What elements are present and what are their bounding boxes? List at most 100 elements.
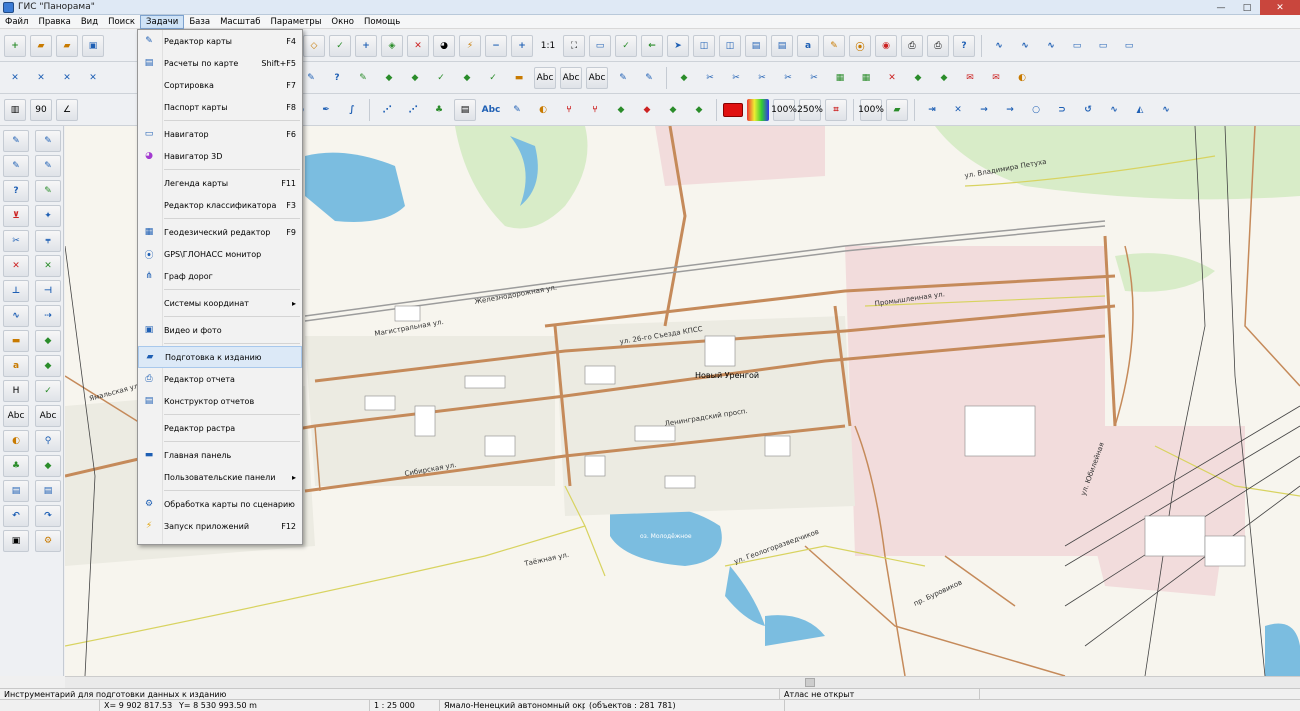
text-abc-icon[interactable]: Abc <box>480 99 502 121</box>
fill-icon[interactable]: ▰ <box>886 99 908 121</box>
pen-2-icon[interactable]: ✎ <box>35 130 61 152</box>
gradient-icon[interactable] <box>747 99 769 121</box>
undo-icon[interactable]: ↶ <box>3 505 29 527</box>
diamond-3-icon[interactable]: ◆ <box>456 67 478 89</box>
tree-icon[interactable]: ♣ <box>428 99 450 121</box>
menu-item-video-photo[interactable]: ▣ Видео и фото <box>138 319 302 341</box>
draw-polygon-icon[interactable]: ✎ <box>352 67 374 89</box>
draw-query-icon[interactable]: ? <box>326 67 348 89</box>
torch-left-2-icon[interactable]: ◐ <box>3 430 29 452</box>
polyline-icon[interactable]: ⋰ <box>376 99 398 121</box>
diamond-2-icon[interactable]: ◆ <box>404 67 426 89</box>
png-icon[interactable]: ▤ <box>454 99 476 121</box>
node-icon[interactable]: ⊥ <box>3 280 29 302</box>
scissors-left-icon[interactable]: ✂ <box>3 230 29 252</box>
diamond-5-icon[interactable]: ◆ <box>933 67 955 89</box>
split-2-icon[interactable]: ⫧ <box>35 230 61 252</box>
rotate-90-icon[interactable]: 90 <box>30 99 52 121</box>
menu-search[interactable]: Поиск <box>103 15 140 29</box>
red-fill-icon[interactable] <box>723 103 743 117</box>
stack-icon[interactable]: ◆ <box>35 355 61 377</box>
menu-item-road-graph[interactable]: ⋔ Граф дорог <box>138 265 302 287</box>
menu-item-print-preparation[interactable]: ▰ Подготовка к изданию <box>138 346 302 368</box>
diamond-6-icon[interactable]: ◆ <box>610 99 632 121</box>
grid-icon[interactable]: ▥ <box>4 99 26 121</box>
polyline-2-icon[interactable]: ⋰ <box>402 99 424 121</box>
back-icon[interactable]: ← <box>641 35 663 57</box>
open-folder-icon[interactable]: ▰ <box>30 35 52 57</box>
vertex-3-icon[interactable]: ✕ <box>56 67 78 89</box>
abc-left-icon[interactable]: Abc <box>3 405 29 427</box>
menu-item-navigator-3d[interactable]: ◕ Навигатор 3D <box>138 145 302 167</box>
edit-line-2-icon[interactable]: ✎ <box>638 67 660 89</box>
photo-icon[interactable]: ▣ <box>3 530 29 552</box>
menu-item-raster-editor[interactable]: Редактор растра <box>138 417 302 439</box>
delete-icon[interactable]: ✕ <box>881 67 903 89</box>
delete-left-icon[interactable]: ✕ <box>3 255 29 277</box>
menu-item-navigator[interactable]: ▭ Навигатор F6 <box>138 123 302 145</box>
horizontal-scrollbar[interactable] <box>65 676 1300 688</box>
query-pen-icon[interactable]: ? <box>3 180 29 202</box>
angle-icon[interactable]: ∠ <box>56 99 78 121</box>
menu-item-passport[interactable]: Паспорт карты F8 <box>138 96 302 118</box>
curve-return-icon[interactable]: ⊃ <box>1051 99 1073 121</box>
list-left-2-icon[interactable]: ▤ <box>35 480 61 502</box>
frame-tool-2-icon[interactable]: ▭ <box>1092 35 1114 57</box>
diamond-4-icon[interactable]: ◆ <box>907 67 929 89</box>
merge-2-icon[interactable]: ▦ <box>855 67 877 89</box>
menu-view[interactable]: Вид <box>76 15 103 29</box>
close-button[interactable]: ✕ <box>1260 0 1300 15</box>
printer-2-icon[interactable]: ⎙ <box>927 35 949 57</box>
menu-item-legend[interactable]: Легенда карты F11 <box>138 172 302 194</box>
abc-2-icon[interactable]: Abc <box>586 67 608 89</box>
line-tool-2-icon[interactable]: ∿ <box>1014 35 1036 57</box>
menu-scale[interactable]: Масштаб <box>215 15 265 29</box>
menu-base[interactable]: База <box>184 15 215 29</box>
pen-erase-icon[interactable]: ✎ <box>3 155 29 177</box>
vertex-4-icon[interactable]: ✕ <box>82 67 104 89</box>
frame-tool-3-icon[interactable]: ▭ <box>1118 35 1140 57</box>
scissors-4-icon[interactable]: ✂ <box>777 67 799 89</box>
ruler-left-icon[interactable]: ▬ <box>3 330 29 352</box>
zoom-100-2-icon[interactable]: 100% <box>858 99 884 121</box>
fork-2-icon[interactable]: ⑂ <box>584 99 606 121</box>
arrow-right-icon[interactable]: → <box>973 99 995 121</box>
arrow-node-icon[interactable]: ⇢ <box>35 305 61 327</box>
minimize-button[interactable]: — <box>1208 0 1234 15</box>
pen-icon[interactable]: ✎ <box>3 130 29 152</box>
curve-icon[interactable]: ∫ <box>341 99 363 121</box>
text-doc-icon[interactable]: a <box>797 35 819 57</box>
menu-item-script-processing[interactable]: ⚙ Обработка карты по сценарию <box>138 493 302 515</box>
merge-icon[interactable]: ▦ <box>829 67 851 89</box>
fill-pen-icon[interactable]: ✎ <box>35 180 61 202</box>
menu-item-coordinate-systems[interactable]: Системы координат ▸ <box>138 292 302 314</box>
crop-icon[interactable]: ⌗ <box>825 99 847 121</box>
envelope-2-icon[interactable]: ✉ <box>985 67 1007 89</box>
menu-item-geodesic-editor[interactable]: ▦ Геодезический редактор F9 <box>138 221 302 243</box>
abc-strike-icon[interactable]: Abc <box>534 67 556 89</box>
palette-icon[interactable]: ◕ <box>433 35 455 57</box>
lightning-icon[interactable]: ⚡ <box>459 35 481 57</box>
fork-icon[interactable]: ⑂ <box>558 99 580 121</box>
diamond-left-icon[interactable]: ◆ <box>35 330 61 352</box>
menu-item-sorting[interactable]: Сортировка F7 <box>138 74 302 96</box>
delete-object-icon[interactable]: ✕ <box>35 255 61 277</box>
pin-icon[interactable]: ⦿ <box>849 35 871 57</box>
menu-item-classifier-editor[interactable]: Редактор классификатора F3 <box>138 194 302 216</box>
list-left-icon[interactable]: ▤ <box>3 480 29 502</box>
envelope-icon[interactable]: ✉ <box>959 67 981 89</box>
magnifier-icon[interactable]: ⚲ <box>35 430 61 452</box>
help-icon[interactable]: ? <box>953 35 975 57</box>
menu-item-map-editor[interactable]: ✎ Редактор карты F4 <box>138 30 302 52</box>
select-all-icon[interactable]: ◈ <box>381 35 403 57</box>
menu-item-calculations[interactable]: ▤ Расчеты по карте Shift+F5 <box>138 52 302 74</box>
check-edit-icon[interactable]: ✓ <box>430 67 452 89</box>
zoom-out-icon[interactable]: − <box>485 35 507 57</box>
add-point-icon[interactable]: + <box>355 35 377 57</box>
open-recent-icon[interactable]: ▰ <box>56 35 78 57</box>
menu-window[interactable]: Окно <box>326 15 359 29</box>
map-window-icon[interactable]: ◫ <box>693 35 715 57</box>
ruler-icon[interactable]: ▬ <box>508 67 530 89</box>
menu-item-report-builder[interactable]: ▤ Конструктор отчетов <box>138 390 302 412</box>
save-icon[interactable]: ▣ <box>82 35 104 57</box>
